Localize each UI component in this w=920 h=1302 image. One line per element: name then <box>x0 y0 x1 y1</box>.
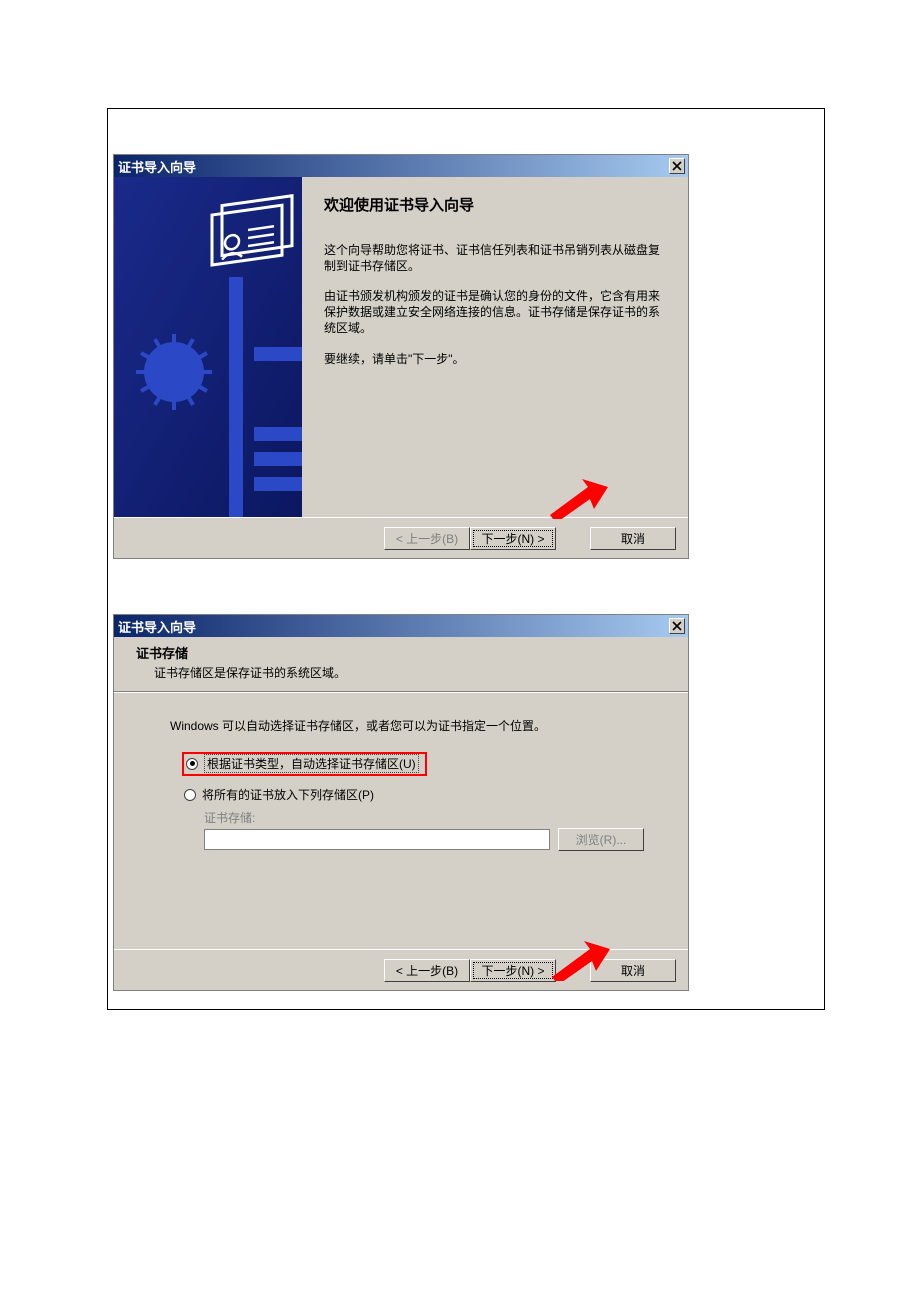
radio-icon <box>184 789 196 801</box>
radio-auto-select[interactable]: 根据证书类型，自动选择证书存储区(U) <box>182 752 427 776</box>
close-button[interactable] <box>669 158 685 174</box>
dialog-body: 欢迎使用证书导入向导 这个向导帮助您将证书、证书信任列表和证书吊销列表从磁盘复制… <box>114 177 688 517</box>
next-button-label: 下一步(N) > <box>481 530 544 547</box>
wizard-banner-image <box>114 177 302 517</box>
close-icon <box>672 161 682 171</box>
title-text: 证书导入向导 <box>118 617 196 636</box>
radio-manual-label: 将所有的证书放入下列存储区(P) <box>202 786 374 803</box>
store-input <box>204 829 550 850</box>
store-prompt: Windows 可以自动选择证书存储区，或者您可以为证书指定一个位置。 <box>170 717 662 734</box>
close-icon <box>672 621 682 631</box>
page-header-title: 证书存储 <box>136 643 688 662</box>
cert-wizard-welcome-dialog: 证书导入向导 <box>113 154 689 559</box>
welcome-para-2: 由证书颁发机构颁发的证书是确认您的身份的文件，它含有用来保护数据或建立安全网络连… <box>324 288 668 337</box>
store-block: 证书存储: 浏览(R)... <box>204 809 662 851</box>
welcome-para-1: 这个向导帮助您将证书、证书信任列表和证书吊销列表从磁盘复制到证书存储区。 <box>324 242 668 274</box>
store-page-body: Windows 可以自动选择证书存储区，或者您可以为证书指定一个位置。 根据证书… <box>114 693 688 949</box>
titlebar[interactable]: 证书导入向导 <box>114 155 688 177</box>
cancel-button[interactable]: 取消 <box>590 527 676 550</box>
radio-auto-label: 根据证书类型，自动选择证书存储区(U) <box>204 754 419 773</box>
welcome-content: 欢迎使用证书导入向导 这个向导帮助您将证书、证书信任列表和证书吊销列表从磁盘复制… <box>302 177 688 517</box>
page-header-subtitle: 证书存储区是保存证书的系统区域。 <box>136 662 688 691</box>
radio-icon <box>186 758 198 770</box>
next-button-label: 下一步(N) > <box>481 962 544 979</box>
next-button[interactable]: 下一步(N) > <box>470 527 556 550</box>
back-button[interactable]: < 上一步(B) <box>384 959 470 982</box>
store-label: 证书存储: <box>204 809 662 826</box>
welcome-para-3: 要继续，请单击"下一步"。 <box>324 350 668 368</box>
wizard-page-header: 证书存储 证书存储区是保存证书的系统区域。 <box>114 637 688 691</box>
button-bar: < 上一步(B) 下一步(N) > 取消 <box>114 517 688 558</box>
wizard-banner <box>114 177 302 517</box>
welcome-heading: 欢迎使用证书导入向导 <box>324 195 668 218</box>
titlebar[interactable]: 证书导入向导 <box>114 615 688 637</box>
back-button: < 上一步(B) <box>384 527 470 550</box>
cancel-button[interactable]: 取消 <box>590 959 676 982</box>
button-bar: < 上一步(B) 下一步(N) > 取消 <box>114 949 688 990</box>
title-text: 证书导入向导 <box>118 157 196 176</box>
cert-wizard-store-dialog: 证书导入向导 证书存储 证书存储区是保存证书的系统区域。 Windows 可以自… <box>113 614 689 991</box>
browse-button: 浏览(R)... <box>558 828 644 851</box>
next-button[interactable]: 下一步(N) > <box>470 959 556 982</box>
radio-manual-select[interactable]: 将所有的证书放入下列存储区(P) <box>184 786 662 803</box>
close-button[interactable] <box>669 618 685 634</box>
